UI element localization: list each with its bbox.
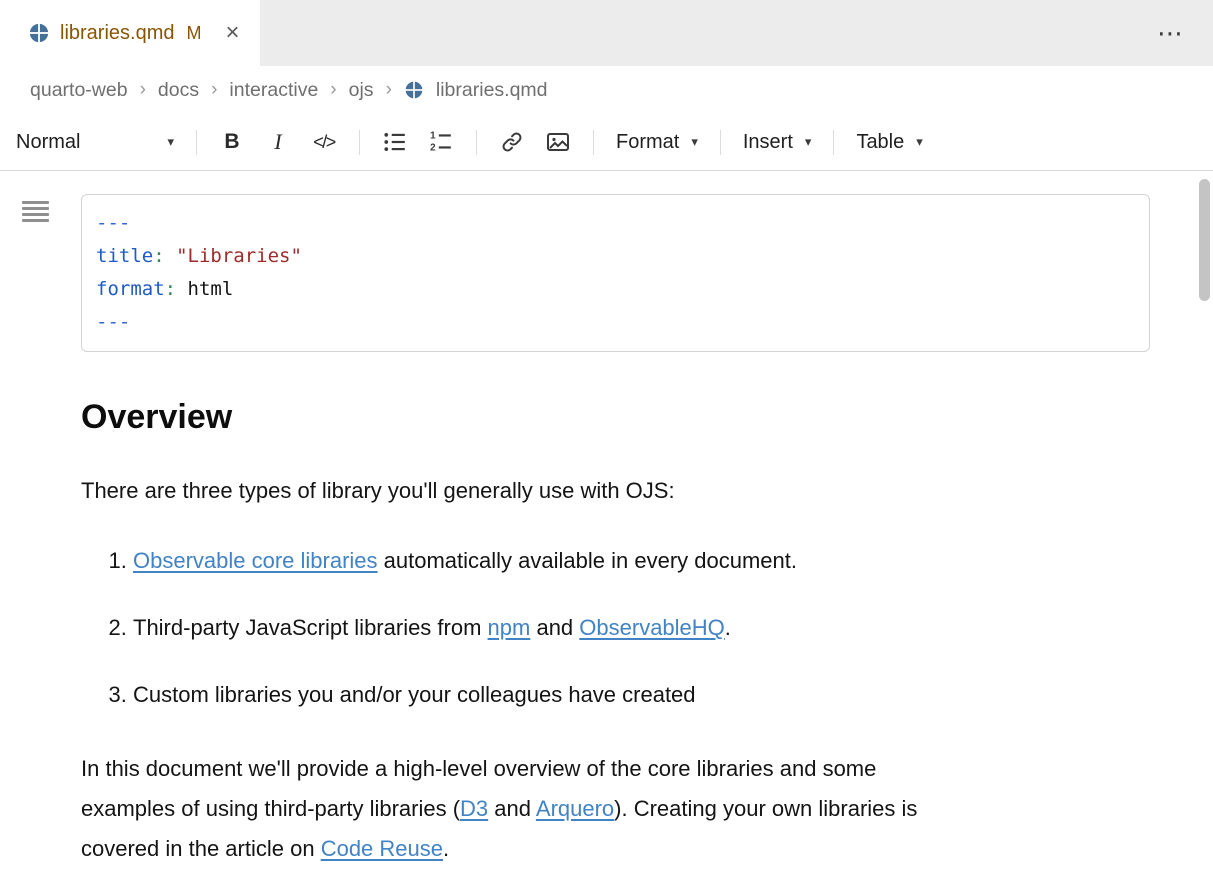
- format-menu-label: Format: [616, 131, 679, 154]
- image-button[interactable]: [535, 122, 581, 162]
- text-run: and: [488, 796, 536, 821]
- intro-paragraph: There are three types of library you'll …: [81, 471, 1153, 511]
- code-line: title: "Libraries": [96, 240, 1135, 273]
- chevron-right-icon: ›: [211, 79, 217, 101]
- list-item: Observable core libraries automatically …: [133, 541, 1153, 581]
- format-menu[interactable]: Format ▾: [606, 131, 708, 154]
- numbered-list: Observable core libraries automatically …: [81, 541, 1153, 715]
- tab-actions: ⋯: [1157, 0, 1185, 66]
- code-token: "Libraries": [176, 245, 302, 267]
- quarto-file-icon: [404, 80, 424, 100]
- code-token: format: [96, 278, 165, 300]
- inline-link[interactable]: D3: [460, 796, 488, 821]
- paragraph-style-dropdown[interactable]: Normal ▾: [16, 131, 184, 154]
- quarto-file-icon: [28, 22, 50, 44]
- chevron-down-icon: ▾: [167, 134, 174, 150]
- code-line: ---: [96, 306, 1135, 339]
- inline-link[interactable]: Arquero: [536, 796, 614, 821]
- modified-badge: M: [186, 23, 201, 44]
- breadcrumb-item-quarto-web[interactable]: quarto-web: [30, 79, 128, 102]
- tab-bar: libraries.qmd M × ⋯: [0, 0, 1213, 66]
- code-token: :: [153, 245, 164, 267]
- text-run: Custom libraries you and/or your colleag…: [133, 682, 696, 707]
- svg-text:1: 1: [430, 131, 436, 142]
- breadcrumb-item-libraries-qmd[interactable]: libraries.qmd: [436, 79, 548, 102]
- chevron-down-icon: ▾: [916, 134, 923, 150]
- tab-libraries-qmd[interactable]: libraries.qmd M ×: [0, 0, 260, 66]
- chevron-down-icon: ▾: [805, 134, 812, 150]
- drag-handle-icon[interactable]: [22, 200, 49, 228]
- code-token: :: [165, 278, 176, 300]
- code-line: format: html: [96, 273, 1135, 306]
- italic-button[interactable]: I: [255, 122, 301, 162]
- toolbar-divider: [833, 130, 834, 155]
- formatting-toolbar: Normal ▾ B I </> 12 Format ▾ Insert ▾ Ta…: [0, 114, 1213, 171]
- bullet-list-icon: [383, 130, 407, 154]
- vertical-scrollbar[interactable]: [1199, 179, 1210, 301]
- chevron-right-icon: ›: [140, 79, 146, 101]
- chevron-right-icon: ›: [386, 79, 392, 101]
- inline-link[interactable]: ObservableHQ: [579, 615, 725, 640]
- inline-link[interactable]: Code Reuse: [321, 836, 443, 861]
- close-icon[interactable]: ×: [225, 21, 239, 45]
- inline-code-button[interactable]: </>: [301, 122, 347, 162]
- insert-menu[interactable]: Insert ▾: [733, 131, 822, 154]
- numbered-list-icon: 12: [429, 130, 453, 154]
- code-token: ---: [96, 212, 130, 234]
- breadcrumb-item-ojs[interactable]: ojs: [349, 79, 374, 102]
- inline-link[interactable]: Observable core libraries: [133, 548, 378, 573]
- image-icon: [545, 130, 571, 154]
- text-run: and: [530, 615, 579, 640]
- inline-link[interactable]: npm: [488, 615, 531, 640]
- text-run: Third-party JavaScript libraries from: [133, 615, 488, 640]
- link-button[interactable]: [489, 122, 535, 162]
- heading-overview: Overview: [81, 398, 1153, 437]
- chevron-down-icon: ▾: [691, 134, 698, 150]
- toolbar-divider: [720, 130, 721, 155]
- list-item: Custom libraries you and/or your colleag…: [133, 675, 1153, 715]
- toolbar-divider: [196, 130, 197, 155]
- code-token: title: [96, 245, 153, 267]
- table-menu[interactable]: Table ▾: [846, 131, 932, 154]
- text-run: .: [725, 615, 731, 640]
- code-token: ---: [96, 311, 130, 333]
- list-item: Third-party JavaScript libraries from np…: [133, 608, 1153, 648]
- document-editor[interactable]: --- title: "Libraries" format: html --- …: [0, 171, 1213, 889]
- chevron-right-icon: ›: [330, 79, 336, 101]
- text-run: automatically available in every documen…: [378, 548, 797, 573]
- bold-button[interactable]: B: [209, 122, 255, 162]
- paragraph-style-value: Normal: [16, 131, 80, 154]
- table-menu-label: Table: [856, 131, 904, 154]
- more-actions-icon[interactable]: ⋯: [1157, 18, 1185, 49]
- link-icon: [500, 130, 524, 154]
- code-token: html: [176, 278, 233, 300]
- breadcrumb-item-docs[interactable]: docs: [158, 79, 199, 102]
- breadcrumb-item-interactive[interactable]: interactive: [229, 79, 318, 102]
- tab-title: libraries.qmd: [60, 22, 174, 45]
- breadcrumb: quarto-web › docs › interactive › ojs › …: [0, 66, 1213, 114]
- svg-text:2: 2: [430, 143, 436, 154]
- bullet-list-button[interactable]: [372, 122, 418, 162]
- code-token: [165, 245, 176, 267]
- toolbar-divider: [359, 130, 360, 155]
- closing-paragraph: In this document we'll provide a high-le…: [81, 749, 956, 869]
- yaml-front-matter-block[interactable]: --- title: "Libraries" format: html ---: [81, 194, 1150, 352]
- insert-menu-label: Insert: [743, 131, 793, 154]
- toolbar-divider: [593, 130, 594, 155]
- code-line: ---: [96, 207, 1135, 240]
- text-run: .: [443, 836, 449, 861]
- toolbar-divider: [476, 130, 477, 155]
- numbered-list-button[interactable]: 12: [418, 122, 464, 162]
